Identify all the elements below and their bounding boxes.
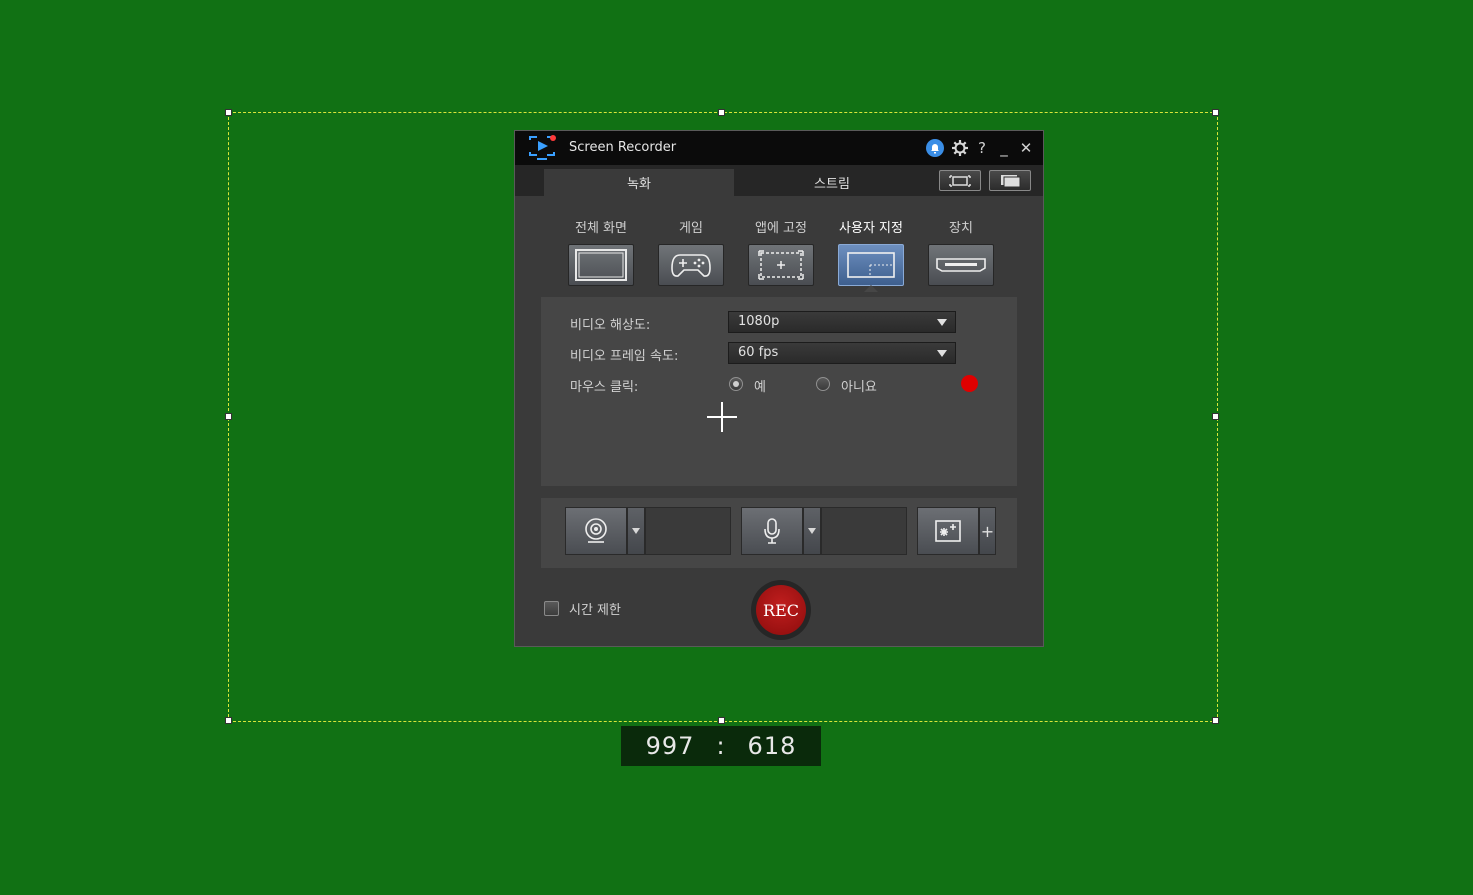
selection-width: 997 [645, 732, 695, 760]
resolution-label: 비디오 해상도: [570, 318, 651, 333]
resize-handle-bottom[interactable] [718, 717, 725, 724]
mini-mode-button[interactable] [989, 170, 1031, 191]
tab-record[interactable]: 녹화 [544, 169, 734, 196]
mode-fullscreen-button[interactable] [568, 244, 634, 286]
device-icon [936, 258, 986, 272]
gamepad-icon [671, 254, 711, 277]
microphone-button[interactable] [741, 507, 803, 555]
resize-handle-left[interactable] [225, 413, 232, 420]
click-color-swatch[interactable] [961, 375, 978, 392]
resize-handle-top[interactable] [718, 109, 725, 116]
record-button-ring: REC [751, 580, 811, 640]
mode-device-button[interactable] [928, 244, 994, 286]
webcam-preview [645, 507, 731, 555]
microphone-icon [764, 518, 780, 544]
recording-settings-panel: 비디오 해상도: 1080p 비디오 프레임 속도: 60 fps 마우스 클릭… [541, 297, 1017, 486]
fullscreen-icon [575, 249, 627, 281]
mini-mode-icon [1001, 174, 1021, 187]
title-bar[interactable]: Screen Recorder ? _ ✕ [515, 131, 1043, 165]
settings-icon[interactable] [950, 138, 970, 158]
mode-game-button[interactable] [658, 244, 724, 286]
resize-handle-right[interactable] [1212, 413, 1219, 420]
selection-height: 618 [747, 732, 797, 760]
close-icon[interactable]: ✕ [1016, 138, 1036, 158]
lock-to-app-icon [758, 250, 804, 280]
resolution-value: 1080p [738, 314, 780, 329]
webcam-icon [585, 518, 607, 543]
mouse-click-no-label: 아니요 [841, 380, 877, 395]
window-title: Screen Recorder [569, 140, 677, 155]
effects-icon [935, 520, 961, 542]
mode-lock-to-app-button[interactable] [748, 244, 814, 286]
minimize-icon[interactable]: _ [994, 138, 1014, 158]
selection-size-readout: 997 : 618 [621, 726, 821, 766]
help-icon[interactable]: ? [972, 138, 992, 158]
tab-bar: 녹화 스트림 [515, 165, 1043, 196]
record-button[interactable]: REC [756, 585, 806, 635]
add-effect-button[interactable]: + [979, 507, 996, 555]
fullscreen-capture-icon [949, 174, 971, 187]
effects-button[interactable] [917, 507, 979, 555]
resolution-dropdown[interactable]: 1080p [728, 311, 956, 333]
mouse-click-yes-label: 예 [754, 380, 766, 395]
mode-selection-pointer [864, 285, 878, 292]
fullscreen-capture-button[interactable] [939, 170, 981, 191]
dropdown-arrow-icon [937, 350, 947, 357]
webcam-button[interactable] [565, 507, 627, 555]
time-limit-checkbox[interactable] [544, 601, 559, 616]
mode-custom[interactable]: 사용자 지정 [838, 217, 904, 286]
resize-handle-top-right[interactable] [1212, 109, 1219, 116]
resize-handle-bottom-left[interactable] [225, 717, 232, 724]
tab-stream[interactable]: 스트림 [737, 169, 927, 196]
mouse-click-yes-radio[interactable] [729, 377, 743, 391]
resize-handle-bottom-right[interactable] [1212, 717, 1219, 724]
microphone-dropdown-button[interactable] [803, 507, 821, 555]
mode-game[interactable]: 게임 [658, 217, 724, 286]
mode-custom-button[interactable] [838, 244, 904, 286]
crosshair-cursor-vertical [721, 402, 723, 432]
notification-icon[interactable] [925, 138, 945, 158]
mode-device[interactable]: 장치 [928, 217, 994, 286]
app-logo-icon [529, 135, 556, 160]
mouse-click-label: 마우스 클릭: [570, 380, 639, 395]
mode-lock-to-app[interactable]: 앱에 고정 [748, 217, 814, 286]
input-devices-bar: + [541, 498, 1017, 568]
screen-recorder-window: Screen Recorder ? _ ✕ 녹화 스트림 전체 화면 게임 앱에… [514, 130, 1044, 647]
mouse-click-no-radio[interactable] [816, 377, 830, 391]
dropdown-arrow-icon [937, 319, 947, 326]
selection-separator: : [716, 732, 726, 760]
framerate-dropdown[interactable]: 60 fps [728, 342, 956, 364]
resize-handle-top-left[interactable] [225, 109, 232, 116]
microphone-level-meter [821, 507, 907, 555]
custom-area-icon [847, 252, 895, 278]
mode-fullscreen[interactable]: 전체 화면 [568, 217, 634, 286]
framerate-value: 60 fps [738, 345, 779, 360]
time-limit-label: 시간 제한 [569, 603, 621, 618]
mode-label: 장치 [949, 221, 973, 236]
webcam-dropdown-button[interactable] [627, 507, 645, 555]
framerate-label: 비디오 프레임 속도: [570, 349, 679, 364]
